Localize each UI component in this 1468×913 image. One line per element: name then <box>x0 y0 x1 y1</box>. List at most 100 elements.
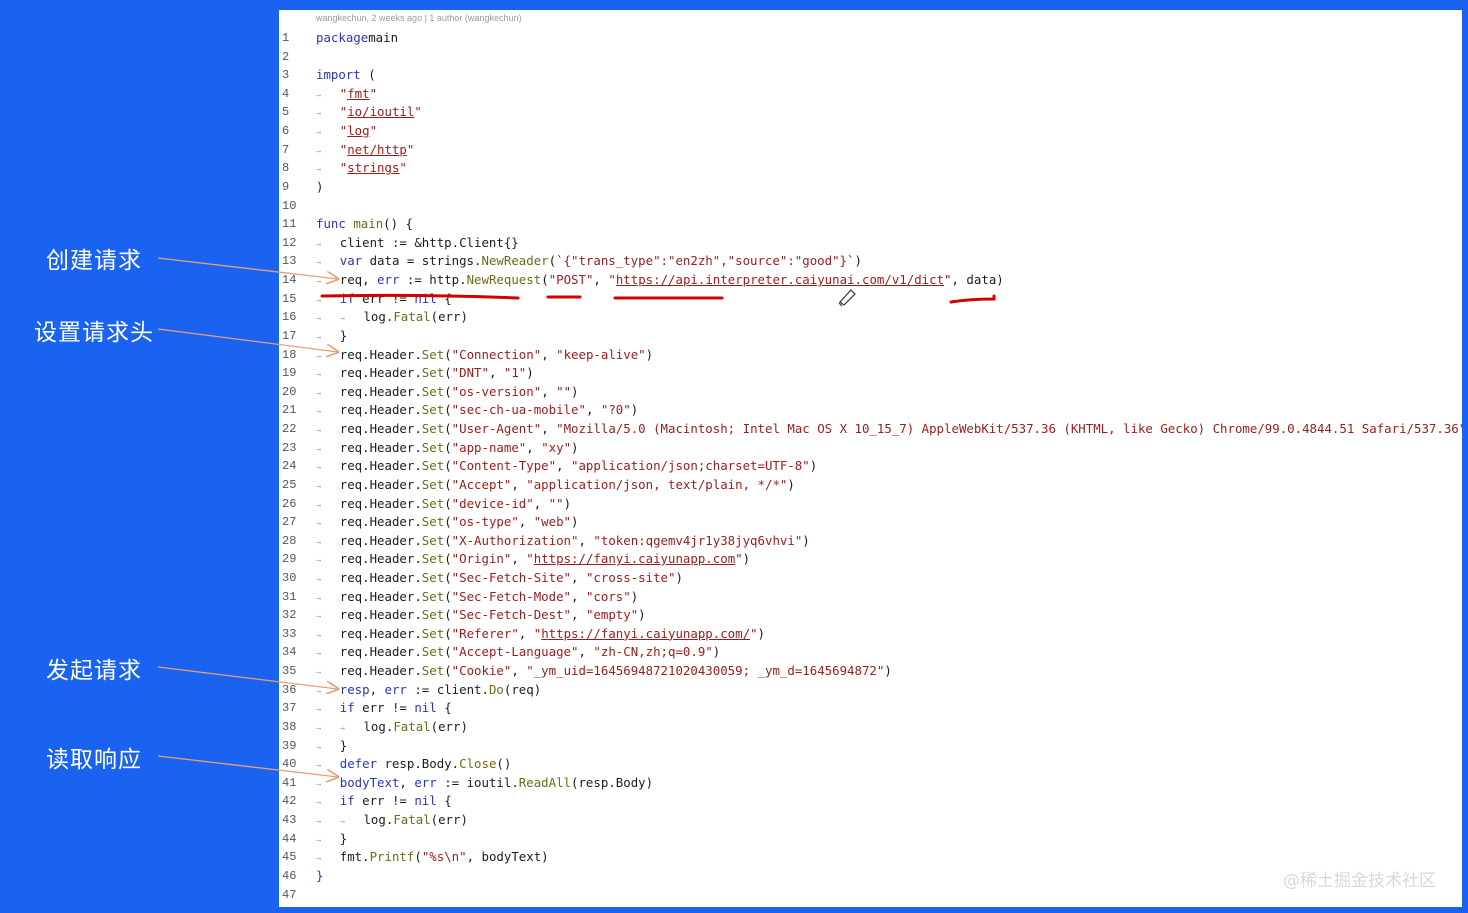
line-number: 27 <box>282 515 297 530</box>
code-text: → req.Header.Set("os-version", "") <box>316 383 579 403</box>
code-token: "empty" <box>585 607 639 623</box>
code-token: ) <box>563 495 572 511</box>
code-token: "1" <box>503 365 527 381</box>
code-token: log. <box>363 718 394 734</box>
code-token: err != <box>354 793 415 809</box>
code-token: "" <box>556 383 572 399</box>
code-token: ( <box>414 849 422 865</box>
line-number: 17 <box>282 328 297 343</box>
code-token: strings <box>347 160 400 176</box>
line-number: 29 <box>282 552 297 567</box>
code-token: Set <box>421 346 445 362</box>
indent-arrow-icon: → <box>316 705 333 716</box>
code-token: if <box>339 290 355 306</box>
code-text: → → log.Fatal(err) <box>316 811 468 831</box>
indent-arrow-icon: → <box>316 668 333 679</box>
code-token: "Sec-Fetch-Dest" <box>451 607 572 623</box>
code-token: Set <box>421 495 445 511</box>
line-number: 34 <box>282 645 297 660</box>
code-text: → } <box>316 327 347 347</box>
code-token: , <box>488 365 504 381</box>
line-number: 45 <box>282 850 297 865</box>
code-text: → var data = strings.NewReader(`{"trans_… <box>316 252 862 272</box>
code-token: } <box>339 327 348 343</box>
code-token: err <box>384 681 407 697</box>
indent-arrow-icon: → <box>339 723 356 734</box>
code-token: log <box>347 123 370 139</box>
code-token: , <box>578 644 594 660</box>
indent-arrow-icon: → <box>316 761 333 772</box>
code-token: Set <box>421 439 445 455</box>
code-token: "User-Agent" <box>451 421 542 437</box>
line-number: 40 <box>282 757 297 772</box>
code-token: () <box>496 756 512 772</box>
code-text: → if err != nil { <box>316 792 452 812</box>
code-token: Set <box>421 514 445 530</box>
code-token: := ioutil. <box>436 774 519 790</box>
code-token: ) <box>802 532 810 548</box>
code-token: Printf <box>369 849 415 865</box>
code-token: fmt <box>347 85 370 101</box>
code-token: req.Header. <box>339 644 422 660</box>
code-token: , <box>571 569 586 585</box>
code-text: ) <box>316 178 323 196</box>
code-token: ) <box>630 402 639 418</box>
code-token: ( <box>444 346 452 362</box>
line-number: 15 <box>282 291 297 306</box>
indent-arrow-icon: → <box>316 90 333 101</box>
code-token: := client. <box>406 681 489 697</box>
code-token: ReadAll <box>518 774 572 790</box>
code-token: Set <box>421 607 445 623</box>
code-text: → req.Header.Set("Origin", "https://fany… <box>316 550 750 570</box>
indent-arrow-icon: → <box>316 332 333 343</box>
code-text: → req.Header.Set("app-name", "xy") <box>316 439 579 459</box>
code-text: → req.Header.Set("Referer", "https://fan… <box>316 625 765 645</box>
code-token: "Sec-Fetch-Mode" <box>451 588 572 604</box>
line-number: 19 <box>282 366 297 381</box>
code-token: Set <box>421 532 445 548</box>
code-token: , <box>585 402 601 418</box>
code-token: "?0" <box>600 402 631 418</box>
code-token: , <box>541 383 557 399</box>
code-token: "Accept" <box>451 476 512 492</box>
indent-arrow-icon: → <box>316 165 333 176</box>
code-token: Close <box>459 756 497 772</box>
code-token: ( <box>444 569 452 585</box>
line-number: 14 <box>282 273 297 288</box>
code-token: Set <box>421 551 445 567</box>
code-token: , <box>571 588 586 604</box>
code-token: "application/json, text/plain, */*" <box>526 476 788 492</box>
code-token: , <box>526 439 542 455</box>
code-token: ) <box>571 514 579 530</box>
code-token: ) <box>630 588 639 604</box>
code-token: ) <box>571 383 579 399</box>
code-token: "" <box>548 495 564 511</box>
code-token: main <box>353 216 384 232</box>
code-text: → "fmt" <box>316 85 377 105</box>
code-token: bodyText <box>339 774 400 790</box>
indent-arrow-icon: → <box>316 593 333 604</box>
code-token: (err) <box>430 812 468 828</box>
code-token: req.Header. <box>339 569 422 585</box>
code-token: Set <box>421 663 445 679</box>
code-token: req.Header. <box>339 365 422 381</box>
code-token: defer <box>339 756 378 772</box>
code-token: https://api.interpreter.caiyunai.com/v1/… <box>615 272 945 288</box>
indent-arrow-icon: → <box>316 519 333 530</box>
code-token: , <box>571 607 586 623</box>
code-token: ( <box>444 644 452 660</box>
annotation-send-request: 发起请求 <box>46 658 142 684</box>
code-token: (` <box>548 253 564 269</box>
code-token: (err) <box>430 718 468 734</box>
code-token: ( <box>444 495 452 511</box>
code-token: Do <box>488 681 504 697</box>
indent-arrow-icon: → <box>316 481 333 492</box>
code-token: {"trans_type":"en2zh","source":"good"} <box>563 253 848 269</box>
code-text: → bodyText, err := ioutil.ReadAll(resp.B… <box>316 774 653 794</box>
line-number: 6 <box>282 124 290 139</box>
annotation-set-headers: 设置请求头 <box>34 320 154 346</box>
code-token: err <box>377 272 400 288</box>
code-token: "cross-site" <box>585 569 676 585</box>
code-editor[interactable]: wangkechun, 2 weeks ago | 1 author (wang… <box>279 10 1462 907</box>
code-token: "Accept-Language" <box>451 644 579 660</box>
